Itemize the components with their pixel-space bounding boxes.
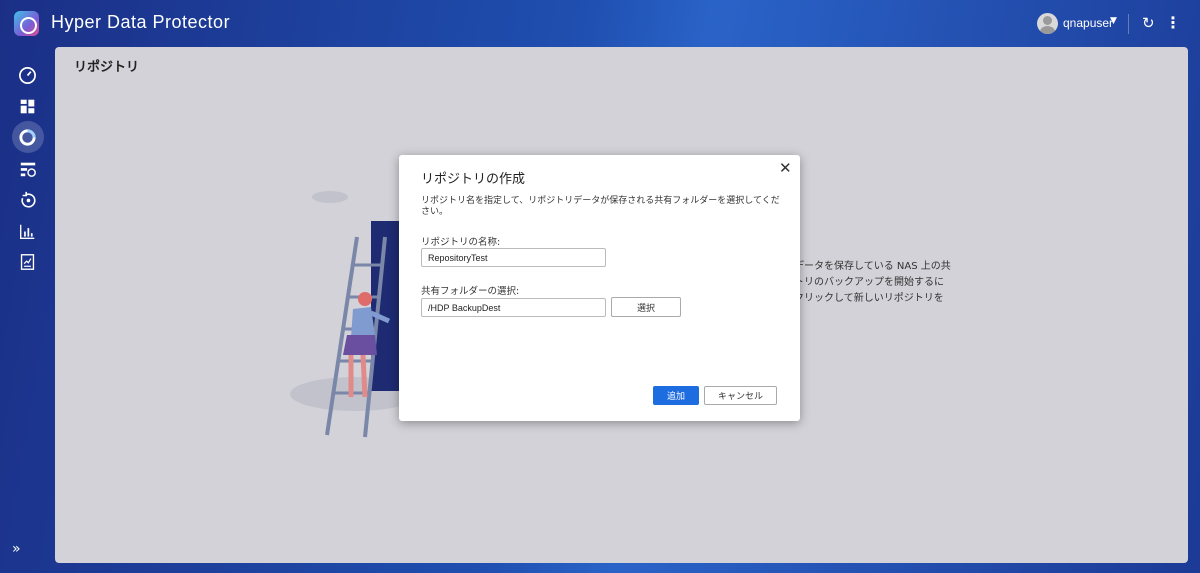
overview-grid-icon [20,99,35,113]
create-repository-dialog: リポジトリの作成 ✕ リポジトリ名を指定して、リポジトリデータが保存される共有フ… [399,155,800,421]
app-logo-icon [14,11,39,36]
shared-folder-input[interactable] [421,298,606,317]
more-options-icon[interactable]: ⋮ [1165,12,1181,34]
expand-sidebar-icon[interactable]: » [12,541,21,557]
page-title: リポジトリ [74,60,140,75]
user-name[interactable]: qnapuser [1063,16,1113,30]
sidebar-item-reports[interactable] [0,216,55,246]
sidebar-item-backup[interactable] [0,154,55,184]
dialog-description: リポジトリ名を指定して、リポジトリデータが保存される共有フォルダーを選択してくだ… [421,196,780,217]
add-button[interactable]: 追加 [653,386,699,405]
user-avatar[interactable] [1037,13,1058,34]
close-icon[interactable]: ✕ [779,160,792,176]
app-header: Hyper Data Protector qnapuser ▼ ↻ ⋮ [0,0,1200,47]
select-folder-button[interactable]: 選択 [611,297,681,317]
sidebar-item-logs[interactable] [0,247,55,277]
sidebar-item-repository[interactable] [0,121,55,153]
repository-name-label: リポジトリの名称: [421,237,501,248]
dashboard-gauge-icon [19,66,36,84]
sidebar-item-dashboard[interactable] [0,60,55,90]
sidebar-item-overview[interactable] [0,91,55,121]
reports-chart-icon [20,224,35,239]
background-description-text: データを保存している NAS 上の共 トリのバックアップを開始するに クリックし… [794,261,951,304]
cancel-button[interactable]: キャンセル [704,386,777,405]
header-divider [1128,14,1129,34]
dialog-title: リポジトリの作成 [421,172,526,187]
repository-icon [19,128,36,146]
background-description: データを保存している NAS 上の共 トリのバックアップを開始するに クリックし… [794,259,964,307]
app-title: Hyper Data Protector [51,12,231,32]
shared-folder-label: 共有フォルダーの選択: [421,286,520,297]
sidebar: » [0,47,55,573]
restore-icon [20,191,36,208]
repository-name-input[interactable] [421,248,606,267]
logs-icon [20,254,35,270]
chevron-down-icon[interactable]: ▼ [1110,16,1117,26]
refresh-icon[interactable]: ↻ [1142,13,1155,33]
sidebar-item-restore[interactable] [0,185,55,215]
backup-jobs-icon [20,162,36,177]
